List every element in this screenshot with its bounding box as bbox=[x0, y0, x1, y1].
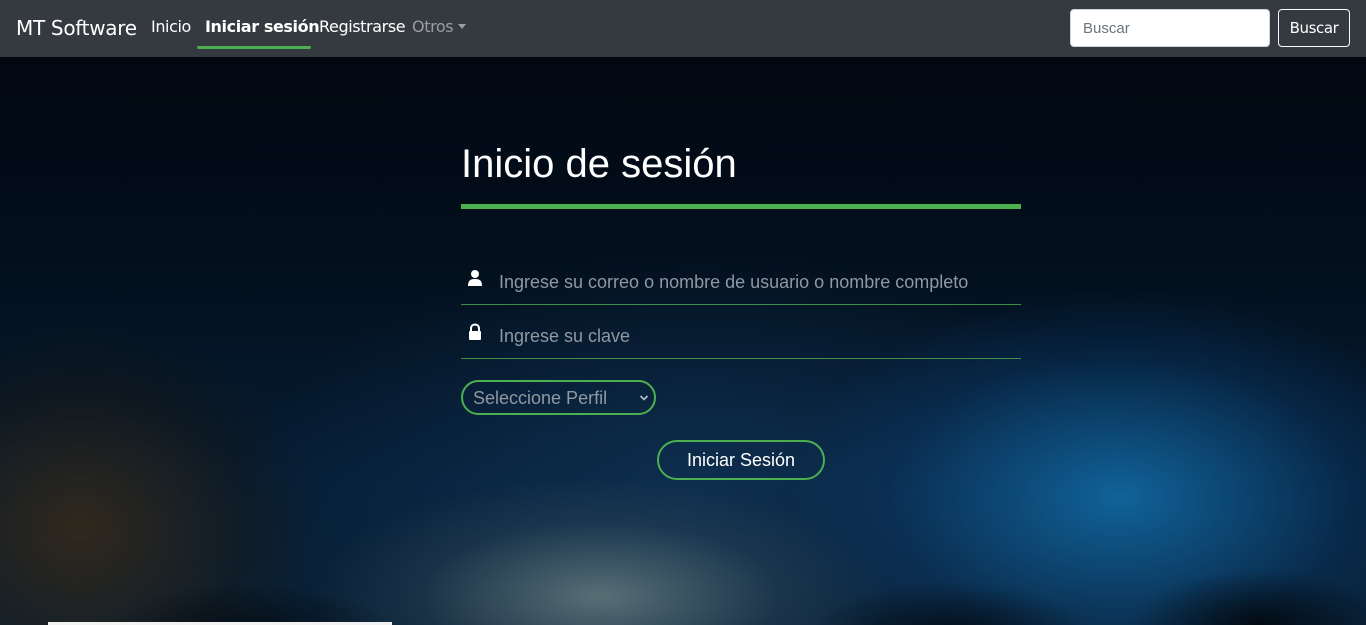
active-nav-underline bbox=[197, 46, 311, 49]
lock-icon bbox=[469, 323, 481, 340]
password-input[interactable] bbox=[499, 321, 1014, 351]
password-field-row bbox=[461, 315, 1021, 359]
title-underline bbox=[461, 204, 1021, 209]
login-title: Inicio de sesión bbox=[461, 142, 737, 186]
profile-select[interactable]: Seleccione Perfil bbox=[461, 380, 656, 415]
search-button[interactable]: Buscar bbox=[1278, 9, 1350, 47]
search-input[interactable] bbox=[1070, 9, 1270, 47]
brand-logo[interactable]: MT Software bbox=[16, 16, 137, 40]
nav-dropdown-otros-label: Otros bbox=[412, 17, 454, 36]
nav-link-inicio[interactable]: Inicio bbox=[151, 17, 191, 36]
nav-link-registrarse[interactable]: Registrarse bbox=[319, 17, 406, 36]
navbar: MT Software Inicio Iniciar sesión Regist… bbox=[0, 0, 1366, 57]
username-input[interactable] bbox=[499, 267, 1014, 297]
profile-select-value: Seleccione Perfil bbox=[473, 388, 608, 408]
background-shadows bbox=[0, 535, 1366, 625]
login-submit-button[interactable]: Iniciar Sesión bbox=[657, 440, 825, 480]
user-icon bbox=[468, 270, 482, 286]
chevron-down-icon bbox=[639, 395, 649, 401]
nav-link-iniciar-sesion[interactable]: Iniciar sesión bbox=[205, 17, 320, 36]
nav-dropdown-otros[interactable]: Otros bbox=[412, 17, 467, 36]
caret-down-icon bbox=[458, 24, 467, 29]
user-field-row bbox=[461, 261, 1021, 305]
